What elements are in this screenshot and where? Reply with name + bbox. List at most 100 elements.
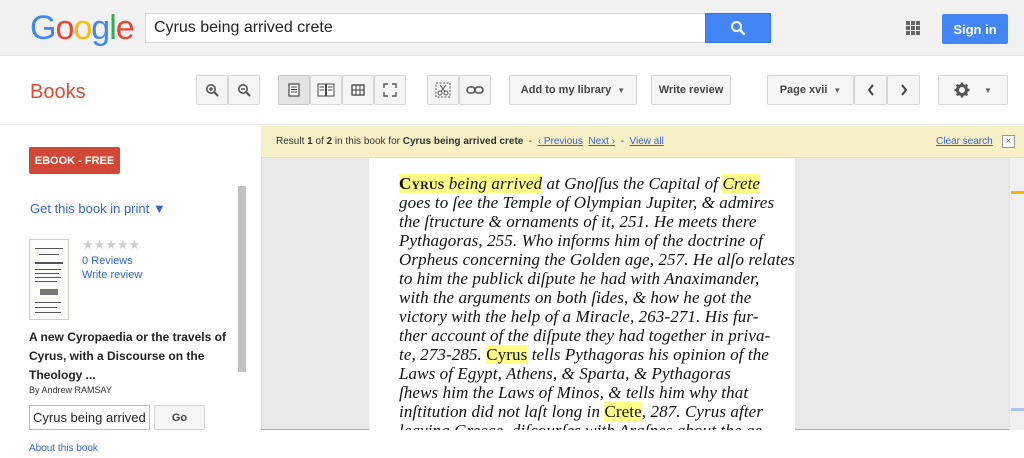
book-page: Cyrus being arrived at Gnoſſus the Capit… xyxy=(369,158,795,430)
fullscreen-icon xyxy=(383,83,397,97)
search-button[interactable] xyxy=(705,13,771,43)
books-section-title[interactable]: Books xyxy=(30,81,86,104)
page-line: Cyrus being arrived at Gnoſſus the Capit… xyxy=(399,174,761,194)
text-span: tells Pythagoras his opinion of the xyxy=(527,345,769,364)
scissors-icon xyxy=(435,82,451,98)
page-line: to him the publick diſpute he had with A… xyxy=(399,269,760,288)
result-prefix: Result xyxy=(276,136,308,147)
zoom-out-icon xyxy=(238,84,251,97)
next-page-button[interactable] xyxy=(887,75,920,105)
google-logo[interactable]: Google xyxy=(30,9,135,48)
result-of: of xyxy=(312,136,327,147)
write-review-button[interactable]: Write review xyxy=(651,75,731,105)
page-line: ſhews him the Laws of Minos, & tells him… xyxy=(399,383,749,402)
page-line: Laws of Egypt, Athens, & Sparta, & Pytha… xyxy=(399,364,731,383)
sidebar-scrollbar[interactable] xyxy=(238,186,246,372)
chevron-right-icon xyxy=(900,84,907,96)
book-title: A new Cyropaedia or the travels of Cyrus… xyxy=(29,330,226,382)
highlight-match: being arrived xyxy=(444,174,543,193)
add-to-library-button[interactable]: Add to my library ▼ xyxy=(509,75,637,105)
write-review-link[interactable]: Write review xyxy=(82,269,142,281)
single-page-view-button[interactable] xyxy=(278,75,310,105)
page-line: with the arguments on both ſides, & how … xyxy=(399,288,752,307)
reviews-count-link[interactable]: 0 Reviews xyxy=(82,255,133,267)
grid-view-icon xyxy=(351,84,365,96)
settings-button[interactable]: ▼ xyxy=(938,75,1008,105)
chevron-left-icon xyxy=(867,84,874,96)
text-span: at Gnoſſus the Capital of xyxy=(542,174,723,193)
result-marker[interactable] xyxy=(1011,408,1024,411)
previous-page-button[interactable] xyxy=(854,75,887,105)
text-span: , 287. Cyrus after xyxy=(641,402,764,421)
zoom-in-icon xyxy=(206,84,219,97)
book-author: By Andrew RAMSAY xyxy=(29,385,112,395)
fullscreen-button[interactable] xyxy=(374,75,406,105)
zoom-out-button[interactable] xyxy=(228,75,260,105)
page-line: goes to ſee the Temple of Olympian Jupit… xyxy=(399,193,775,212)
about-this-book-link[interactable]: About this book xyxy=(29,443,98,454)
sidebar: EBOOK - FREE Get this book in print ▼ ★★… xyxy=(0,126,260,458)
search-box xyxy=(145,13,771,43)
view-all-link[interactable]: View all xyxy=(630,136,664,147)
single-page-icon xyxy=(288,83,300,97)
rating-stars: ★★★★★ xyxy=(82,237,141,252)
logo-letter: G xyxy=(30,9,56,47)
book-search-input[interactable]: Cyrus being arrived c xyxy=(29,405,150,430)
result-separator: - xyxy=(523,136,538,147)
ebook-free-button[interactable]: EBOOK - FREE xyxy=(29,147,120,174)
text-span: te, 273-285. xyxy=(399,345,487,364)
thumbnail-view-button[interactable] xyxy=(342,75,374,105)
top-bar: Google Sign in xyxy=(0,0,1024,56)
viewer-scrollbar[interactable] xyxy=(1009,158,1024,430)
result-in-book: in this book for xyxy=(332,136,403,147)
page-line: leaving Greece, diſcourſes with Araſpes … xyxy=(399,421,768,430)
dropdown-arrow-icon: ▼ xyxy=(833,85,842,95)
dropdown-arrow-icon: ▼ xyxy=(984,85,992,95)
go-button[interactable]: Go xyxy=(154,405,205,430)
books-toolbar: Books Add to my library ▼ Write review P… xyxy=(0,57,1024,125)
link-button[interactable] xyxy=(459,75,491,105)
next-result-link[interactable]: Next › xyxy=(588,136,615,147)
highlight-match: Cyrus xyxy=(486,345,528,364)
search-input[interactable] xyxy=(146,14,706,42)
close-icon[interactable]: × xyxy=(1002,135,1015,148)
get-in-print-link[interactable]: Get this book in print ▼ xyxy=(30,201,166,216)
page-line: inſtitution did not laſt long in Crete, … xyxy=(399,402,763,422)
book-viewer[interactable]: Cyrus being arrived at Gnoſſus the Capit… xyxy=(261,158,1024,430)
link-icon xyxy=(466,86,484,94)
text-span: inſtitution did not laſt long in xyxy=(399,402,605,421)
gear-icon xyxy=(954,82,970,98)
result-summary: Result 1 of 2 in this book for Cyrus bei… xyxy=(276,136,664,147)
page-line: te, 273-285. Cyrus tells Pythagoras his … xyxy=(399,345,769,365)
page-line: victory with the help of a Miracle, 263-… xyxy=(399,307,759,326)
clip-button[interactable] xyxy=(427,75,459,105)
page-line: Orpheus concerning the Golden age, 257. … xyxy=(399,250,795,269)
dropdown-arrow-icon: ▼ xyxy=(617,85,626,95)
page-line: Pythagoras, 255. Who informs him of the … xyxy=(399,231,763,250)
clear-search-link[interactable]: Clear search xyxy=(936,136,993,147)
two-page-icon xyxy=(317,83,335,97)
logo-letter: o xyxy=(55,9,74,47)
two-page-view-button[interactable] xyxy=(310,75,342,105)
apps-grid-icon[interactable] xyxy=(906,21,920,35)
previous-result-link[interactable]: ‹ Previous xyxy=(538,136,583,147)
zoom-in-button[interactable] xyxy=(196,75,228,105)
viewer-scroll-track xyxy=(1010,158,1024,430)
logo-letter: g xyxy=(91,9,110,47)
result-marker[interactable] xyxy=(1011,191,1024,194)
page-line: the ſtructure & ornaments of it, 251. He… xyxy=(399,212,757,231)
logo-letter: o xyxy=(73,9,92,47)
page-line: ther account of the diſpute they had tog… xyxy=(399,326,771,345)
page-selector[interactable]: Page xvii ▼ xyxy=(767,75,854,105)
highlight-match: Crete xyxy=(604,402,642,421)
result-separator: - xyxy=(615,136,630,147)
search-result-bar: Result 1 of 2 in this book for Cyrus bei… xyxy=(261,126,1024,158)
highlight-match: Cyrus xyxy=(399,174,445,193)
logo-letter: e xyxy=(115,9,135,47)
sign-in-button[interactable]: Sign in xyxy=(942,14,1008,44)
page-label: Page xvii xyxy=(779,84,828,96)
search-icon xyxy=(731,21,746,36)
book-cover-thumbnail[interactable] xyxy=(29,239,69,320)
add-to-library-label: Add to my library xyxy=(520,84,612,96)
highlight-match: Crete xyxy=(722,174,761,193)
